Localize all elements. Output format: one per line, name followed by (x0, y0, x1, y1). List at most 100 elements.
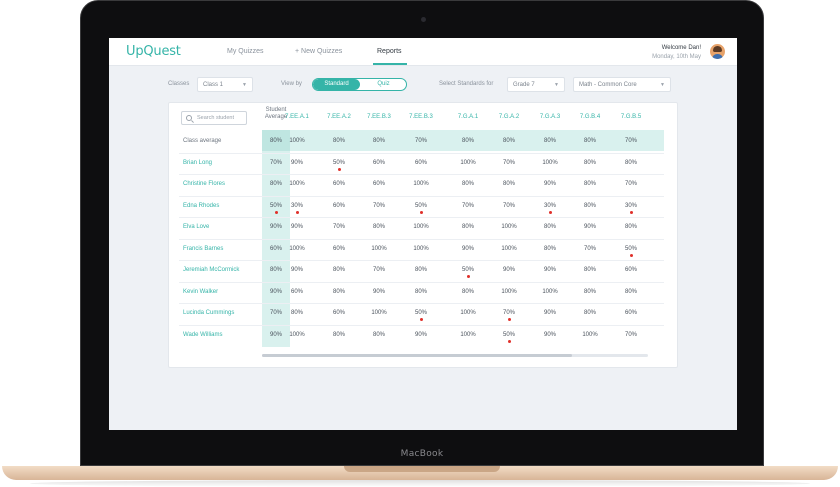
score-cell[interactable]: 70% (489, 203, 529, 209)
score-cell[interactable]: 50% (448, 267, 488, 273)
score-cell[interactable]: 60% (319, 203, 359, 209)
score-cell[interactable]: 100% (448, 310, 488, 316)
score-cell[interactable]: 50% (319, 160, 359, 166)
column-header-standard[interactable]: 7.G.B.5 (611, 114, 651, 120)
view-option-standard[interactable]: Standard (313, 79, 360, 90)
score-cell[interactable]: 100% (489, 246, 529, 252)
student-name-link[interactable]: Jeremiah McCormick (183, 267, 239, 273)
score-cell[interactable]: 70% (570, 246, 610, 252)
score-cell[interactable]: 100% (530, 160, 570, 166)
score-cell[interactable]: 80% (530, 246, 570, 252)
score-cell[interactable]: 100% (401, 246, 441, 252)
student-name-link[interactable]: Elva Love (183, 224, 209, 230)
score-cell[interactable]: 80% (611, 289, 651, 295)
score-cell[interactable]: 80% (401, 267, 441, 273)
score-cell[interactable]: 70% (359, 203, 399, 209)
score-cell[interactable]: 100% (489, 289, 529, 295)
score-cell[interactable]: 100% (401, 181, 441, 187)
score-cell[interactable]: 60% (359, 181, 399, 187)
score-cell[interactable]: 60% (277, 289, 317, 295)
student-name-link[interactable]: Kevin Walker (183, 289, 218, 295)
score-cell[interactable]: 60% (319, 246, 359, 252)
class-select[interactable]: Class 1 ▼ (197, 77, 253, 92)
score-cell[interactable]: 80% (570, 289, 610, 295)
column-header-standard[interactable]: 7.EE.A.2 (319, 114, 359, 120)
score-cell[interactable]: 60% (401, 160, 441, 166)
view-option-quiz[interactable]: Quiz (360, 79, 406, 90)
score-cell[interactable]: 100% (530, 289, 570, 295)
score-cell[interactable]: 80% (489, 181, 529, 187)
score-cell[interactable]: 80% (611, 224, 651, 230)
score-cell[interactable]: 70% (319, 224, 359, 230)
score-cell[interactable]: 50% (489, 332, 529, 338)
score-cell[interactable]: 70% (359, 267, 399, 273)
score-cell[interactable]: 80% (570, 310, 610, 316)
score-cell[interactable]: 90% (448, 246, 488, 252)
score-cell[interactable]: 80% (570, 160, 610, 166)
score-cell[interactable]: 90% (277, 267, 317, 273)
student-name-link[interactable]: Francis Barnes (183, 246, 223, 252)
nav-new-quizzes[interactable]: + New Quizzes (295, 48, 342, 55)
score-cell[interactable]: 80% (530, 224, 570, 230)
score-cell[interactable]: 90% (570, 224, 610, 230)
score-cell[interactable]: 80% (570, 267, 610, 273)
grade-select[interactable]: Grade 7 ▼ (507, 77, 565, 92)
score-cell[interactable]: 50% (401, 310, 441, 316)
score-cell[interactable]: 50% (401, 203, 441, 209)
score-cell[interactable]: 60% (611, 267, 651, 273)
score-cell[interactable]: 100% (359, 310, 399, 316)
score-cell[interactable]: 90% (277, 224, 317, 230)
score-cell[interactable]: 100% (277, 181, 317, 187)
score-cell[interactable]: 90% (359, 289, 399, 295)
score-cell[interactable]: 90% (277, 160, 317, 166)
student-name-link[interactable]: Brian Long (183, 160, 212, 166)
scrollbar-thumb[interactable] (262, 354, 572, 357)
score-cell[interactable]: 90% (530, 332, 570, 338)
score-cell[interactable]: 60% (319, 181, 359, 187)
student-name-link[interactable]: Edna Rhodes (183, 203, 219, 209)
column-header-standard[interactable]: 7.EE.B.3 (401, 114, 441, 120)
score-cell[interactable]: 30% (611, 203, 651, 209)
score-cell[interactable]: 80% (448, 289, 488, 295)
score-cell[interactable]: 90% (530, 181, 570, 187)
score-cell[interactable]: 80% (570, 181, 610, 187)
score-cell[interactable]: 70% (611, 181, 651, 187)
search-input[interactable]: Search student (181, 111, 247, 125)
column-header-standard[interactable]: 7.G.A.1 (448, 114, 488, 120)
column-header-standard[interactable]: 7.G.A.2 (489, 114, 529, 120)
score-cell[interactable]: 90% (530, 310, 570, 316)
user-avatar[interactable] (710, 44, 725, 59)
score-cell[interactable]: 70% (489, 310, 529, 316)
score-cell[interactable]: 70% (611, 332, 651, 338)
score-cell[interactable]: 80% (448, 181, 488, 187)
score-cell[interactable]: 70% (489, 160, 529, 166)
score-cell[interactable]: 90% (489, 267, 529, 273)
score-cell[interactable]: 80% (277, 310, 317, 316)
score-cell[interactable]: 80% (611, 160, 651, 166)
score-cell[interactable]: 100% (277, 332, 317, 338)
score-cell[interactable]: 50% (611, 246, 651, 252)
score-cell[interactable]: 80% (401, 289, 441, 295)
score-cell[interactable]: 30% (530, 203, 570, 209)
horizontal-scrollbar[interactable] (262, 354, 648, 357)
score-cell[interactable]: 60% (359, 160, 399, 166)
score-cell[interactable]: 80% (448, 224, 488, 230)
score-cell[interactable]: 100% (359, 246, 399, 252)
score-cell[interactable]: 100% (401, 224, 441, 230)
nav-reports[interactable]: Reports (377, 48, 402, 55)
score-cell[interactable]: 100% (448, 332, 488, 338)
subject-select[interactable]: Math - Common Core ▼ (573, 77, 671, 92)
score-cell[interactable]: 100% (448, 160, 488, 166)
nav-my-quizzes[interactable]: My Quizzes (227, 48, 264, 55)
score-cell[interactable]: 100% (277, 246, 317, 252)
student-name-link[interactable]: Christine Flores (183, 181, 225, 187)
column-header-standard[interactable]: 7.G.A.3 (530, 114, 570, 120)
app-logo[interactable]: UpQuest (126, 44, 181, 59)
score-cell[interactable]: 80% (319, 267, 359, 273)
column-header-standard[interactable]: 7.G.B.4 (570, 114, 610, 120)
score-cell[interactable]: 80% (359, 332, 399, 338)
score-cell[interactable]: 80% (359, 224, 399, 230)
score-cell[interactable]: 60% (611, 310, 651, 316)
column-header-standard[interactable]: 7.EE.B.3 (359, 114, 399, 120)
score-cell[interactable]: 70% (448, 203, 488, 209)
